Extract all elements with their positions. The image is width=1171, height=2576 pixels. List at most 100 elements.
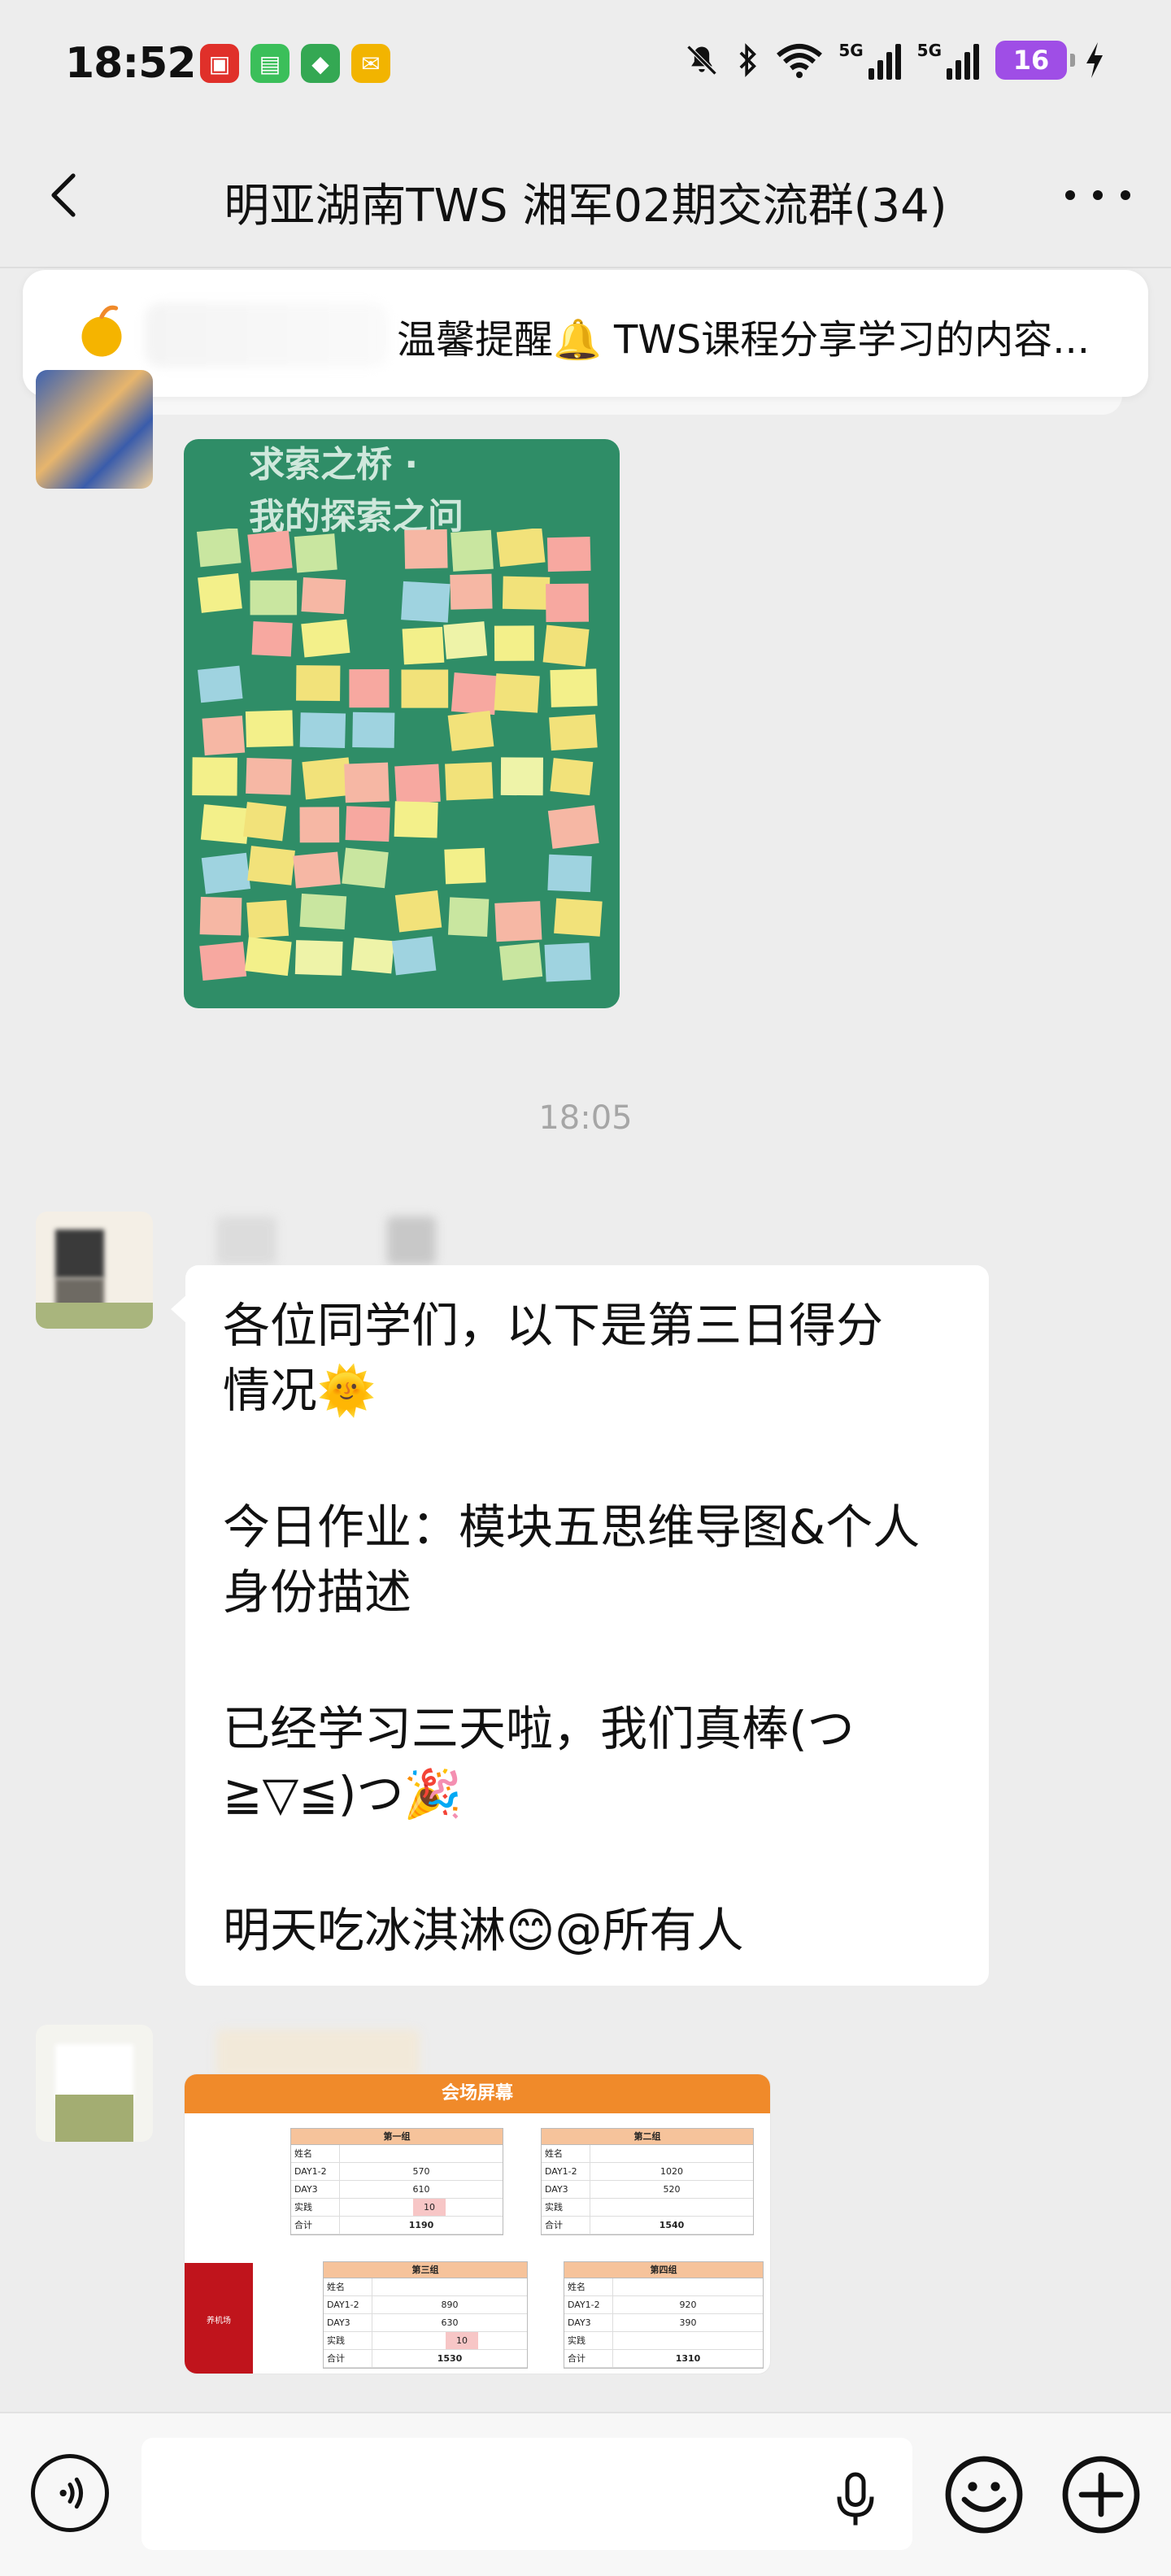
sticky-note [549,714,598,751]
sticky-note [202,716,246,756]
score-row-value: 10 [446,2332,478,2349]
sheet-side-label: 养机场 [185,2263,253,2374]
pinned-notice-text: 温馨提醒🔔 TWS课程分享学习的内容... [397,317,1090,363]
signal-1-icon: 5G [838,41,901,80]
avatar[interactable] [36,2025,153,2142]
security-app-icon: ◆ [301,44,340,83]
sticky-note [547,805,599,849]
sticky-note [301,577,346,615]
sticky-note [402,626,445,665]
sticky-note [401,669,449,708]
sticky-note [344,762,390,803]
sheet-title: 会场屏幕 [185,2074,770,2113]
pinned-notice[interactable]: 温馨提醒🔔 TWS课程分享学习的内容... [23,270,1148,397]
score-table-row: DAY1-2 890 [324,2296,527,2314]
sticky-note [550,758,594,796]
sticky-note [198,572,242,613]
sticky-note [293,851,341,889]
score-row-label: 姓名 [324,2278,372,2295]
sticky-note [502,576,551,610]
score-row-value [340,2145,503,2162]
score-table-row: DAY1-2 1020 [542,2163,753,2181]
message-line: 今日作业：模块五思维导图&个人 [223,1499,921,1555]
score-row-value: 1530 [437,2353,463,2364]
voice-icon [59,2477,84,2509]
score-row-value [613,2332,763,2349]
score-table-row: 实践 10 [324,2332,527,2350]
sticky-note [445,762,494,801]
charging-icon [1086,42,1103,78]
mic-icon[interactable] [831,2470,880,2527]
mail-app-icon: ✉ [351,44,390,83]
sticky-note [494,901,542,942]
score-row-value [590,2199,753,2216]
sender-name-blurred [216,2030,420,2078]
score-table-row: 合计 1310 [564,2350,763,2368]
score-row-value: 1310 [675,2353,701,2364]
sticky-note [394,890,442,933]
sticky-note [443,621,488,659]
score-table: 第四组 姓名 DAY1-2 920 DAY3 390 实践 合计 1310 [564,2261,764,2369]
score-table-group-name: 第三组 [324,2262,527,2278]
score-row-value: 610 [412,2184,430,2195]
text-message-bubble[interactable]: 各位同学们，以下是第三日得分 情况🌞 今日作业：模块五思维导图&个人 身份描述 … [171,1265,989,1986]
score-table-row: 实践 [542,2199,753,2217]
sticky-note [351,937,394,974]
score-row-value: 570 [412,2166,430,2177]
score-row-value: 630 [441,2317,459,2328]
plus-icon[interactable] [1060,2454,1142,2535]
score-row-value [372,2278,527,2295]
message-line: 情况🌞 [223,1363,377,1418]
sticky-note [251,620,293,657]
avatar[interactable] [36,1212,153,1329]
sticky-note [544,942,591,982]
score-row-value: 1190 [408,2220,434,2230]
score-table-group-name: 第四组 [564,2262,763,2278]
spreadsheet-image-message[interactable]: 会场屏幕 养机场 第一组 姓名 DAY1-2 570 DAY3 610 实践 10 合计 1190… [184,2073,771,2374]
score-table-row: DAY3 610 [291,2181,503,2199]
score-table-row: 姓名 [291,2145,503,2163]
time-separator: 18:05 [538,1099,633,1137]
sticky-note [352,711,395,748]
battery-level: 16 [1012,45,1050,76]
notice-icon [81,305,122,357]
score-row-value [613,2278,763,2295]
message-line: 各位同学们，以下是第三日得分 [223,1298,884,1353]
emoji-icon[interactable] [943,2454,1025,2535]
photo-message[interactable]: 求索之桥 · 我的探索之问 [184,439,620,1008]
score-row-label: 姓名 [542,2145,590,2162]
score-table-row: 合计 1190 [291,2217,503,2234]
voice-toggle-icon[interactable] [31,2454,109,2532]
sticky-note [447,711,494,751]
sticky-note [401,581,451,623]
sticky-note [496,529,546,568]
more-options-icon[interactable] [1065,179,1130,211]
score-table: 第二组 姓名 DAY1-2 1020 DAY3 520 实践 合计 1540 [541,2128,754,2235]
message-line: 已经学习三天啦，我们真棒(つ [223,1701,855,1756]
app-notification-icon: ▣ [200,44,239,83]
avatar[interactable] [36,370,153,489]
score-row-label: DAY3 [564,2314,613,2331]
sticky-note [299,712,346,748]
sticky-note [246,758,292,795]
sticky-note [494,673,540,713]
sticky-note [450,573,493,610]
score-row-label: 实践 [324,2332,372,2349]
message-line: 身份描述 [223,1564,412,1620]
score-table-row: DAY3 520 [542,2181,753,2199]
sticky-note [294,533,337,573]
score-table-row: 姓名 [324,2278,527,2296]
input-bar [0,2412,1171,2576]
score-row-value: 920 [679,2300,697,2310]
sticky-note [299,807,340,843]
message-line: 明天吃冰淇淋😊@所有人 [223,1903,744,1958]
score-row-label: DAY1-2 [291,2163,340,2180]
status-indicators: 5G 5G 16 [684,41,1106,80]
sticky-note [250,580,298,616]
sticky-note [447,897,490,937]
status-time: 18:52 [65,39,197,88]
score-table-row: DAY3 630 [324,2314,527,2332]
message-input[interactable] [141,2438,912,2550]
score-table-row: 合计 1540 [542,2217,753,2234]
sticky-note [345,806,390,842]
